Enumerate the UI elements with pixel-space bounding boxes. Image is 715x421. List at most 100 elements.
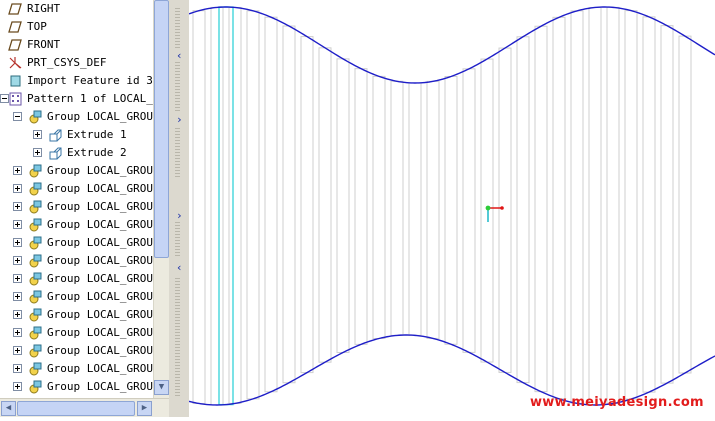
extruded-slat[interactable] [354, 68, 368, 345]
tree-item[interactable]: TOP [0, 18, 153, 36]
expand-toggle-icon[interactable] [13, 220, 22, 229]
collapse-toggle-icon[interactable] [13, 112, 22, 121]
tree-item[interactable]: Import Feature id 39 [0, 72, 153, 90]
extruded-slat[interactable] [210, 6, 224, 406]
tree-item[interactable]: Group LOCAL_GROUP_ [0, 288, 153, 306]
watermark-text: www.meiyadesign.com [530, 395, 704, 410]
panel-sash[interactable]: ‹ › › ‹ [169, 0, 189, 417]
extruded-slat[interactable] [552, 16, 566, 400]
tree-item[interactable]: Group LOCAL_GROUP_ [0, 342, 153, 360]
expand-toggle-icon[interactable] [33, 130, 42, 139]
tree-item[interactable]: Group LOCAL_GROUP_ [0, 216, 153, 234]
tree-item-label: Extrude 1 [67, 128, 127, 141]
extruded-slat[interactable] [372, 75, 386, 339]
tree-item-label: Group LOCAL_GROUP_ [47, 164, 153, 177]
tree-item[interactable]: RIGHT [0, 0, 153, 18]
expand-toggle-icon[interactable] [13, 364, 22, 373]
extruded-slat[interactable] [318, 47, 332, 363]
sash-collapse-arrow-icon[interactable]: › [176, 210, 183, 221]
extruded-slat[interactable] [444, 75, 458, 345]
expand-toggle-icon[interactable] [13, 346, 22, 355]
extruded-slat[interactable] [678, 35, 692, 374]
scroll-down-button[interactable]: ▼ [154, 380, 169, 395]
tree-item[interactable]: Pattern 1 of LOCAL_GR [0, 90, 153, 108]
tree-item-label: Group LOCAL_GROUP_ [47, 290, 153, 303]
tree-item[interactable]: Group LOCAL_GROUP_ [0, 180, 153, 198]
tree-item[interactable]: Group LOCAL_GROUP_ [0, 162, 153, 180]
extruded-slat[interactable] [498, 47, 512, 373]
extruded-slat[interactable] [336, 58, 350, 354]
sash-expand-arrow-icon[interactable]: ‹ [176, 262, 183, 273]
csys-origin [485, 205, 491, 211]
tree-vertical-scrollbar[interactable]: ▼ [153, 0, 169, 398]
expand-toggle-icon[interactable] [13, 274, 22, 283]
tree-horizontal-scrollbar[interactable]: ◀ ▶ [0, 398, 169, 417]
model-viewport[interactable] [188, 0, 715, 417]
tree-item-label: Group LOCAL_GROUP_ [47, 254, 153, 267]
tree-item[interactable]: Extrude 1 [0, 126, 153, 144]
extruded-slat[interactable] [606, 6, 620, 405]
tree-item[interactable]: Extrude 2 [0, 144, 153, 162]
extruded-slat[interactable] [408, 82, 422, 336]
tree-item[interactable]: Group LOCAL_GROUP_ [0, 306, 153, 324]
extruded-slat[interactable] [300, 36, 314, 374]
tree-item-label: TOP [27, 20, 47, 33]
vertical-scroll-thumb[interactable] [154, 0, 169, 258]
scroll-left-button[interactable]: ◀ [1, 401, 16, 416]
tree-item-label: PRT_CSYS_DEF [27, 56, 107, 69]
expand-toggle-icon[interactable] [13, 202, 22, 211]
tree-item-label: Group LOCAL_GROUP_ [47, 200, 153, 213]
tree-item-label: Group LOCAL_GROUP_ [47, 218, 153, 231]
horizontal-scroll-thumb[interactable] [17, 401, 135, 416]
tree-item[interactable]: Group LOCAL_GROUP_ [0, 324, 153, 342]
extruded-slat[interactable] [390, 80, 404, 336]
tree-item-label: Group LOCAL_GROUP_ [47, 272, 153, 285]
sash-grip [175, 222, 180, 257]
graphics-window[interactable] [188, 0, 715, 417]
tree-item-label: Group LOCAL_GROUP_ [47, 344, 153, 357]
extruded-slat[interactable] [480, 58, 494, 363]
tree-item-label: Group LOCAL_GROUP_ [47, 362, 153, 375]
sash-expand-arrow-icon[interactable]: › [176, 114, 183, 125]
tree-item[interactable]: Group LOCAL_GROUP_ [0, 198, 153, 216]
sash-grip [175, 62, 180, 112]
tree-item[interactable]: Group LOCAL_GROUP_ [0, 270, 153, 288]
extruded-slat[interactable] [264, 16, 278, 393]
tree-item[interactable]: Group LOCAL_GROUP_ [0, 378, 153, 396]
extruded-slat[interactable] [624, 10, 638, 400]
extruded-slat[interactable] [642, 16, 656, 393]
extruded-slat[interactable] [516, 36, 530, 384]
expand-toggle-icon[interactable] [33, 148, 42, 157]
tree-item[interactable]: Group LOCAL_GROUP_ [0, 252, 153, 270]
expand-toggle-icon[interactable] [13, 382, 22, 391]
extruded-slat[interactable] [534, 25, 548, 393]
expand-toggle-icon[interactable] [13, 310, 22, 319]
expand-toggle-icon[interactable] [13, 238, 22, 247]
tree-item-label: Group LOCAL_GROUP_ [47, 326, 153, 339]
expand-toggle-icon[interactable] [13, 166, 22, 175]
extruded-slat[interactable] [282, 25, 296, 384]
tree-item[interactable]: FRONT [0, 36, 153, 54]
tree-item[interactable]: Group LOCAL_GROUP_ [0, 360, 153, 378]
extruded-slat[interactable] [246, 10, 260, 400]
extruded-slat[interactable] [462, 68, 476, 353]
extruded-slat[interactable] [588, 6, 602, 406]
extruded-slat[interactable] [192, 10, 206, 404]
tree-item[interactable]: Group LOCAL_GROUP [0, 108, 153, 126]
expand-toggle-icon[interactable] [13, 184, 22, 193]
extruded-slat[interactable] [228, 6, 242, 404]
scroll-right-button[interactable]: ▶ [137, 401, 152, 416]
extruded-slat[interactable] [426, 80, 440, 339]
tree-item[interactable]: Group LOCAL_GROUP_ [0, 234, 153, 252]
sash-grip [175, 278, 180, 398]
expand-toggle-icon[interactable] [13, 292, 22, 301]
tree-item-label: Group LOCAL_GROUP_ [47, 236, 153, 249]
tree-item-label: Pattern 1 of LOCAL_GR [27, 92, 153, 105]
sash-collapse-arrow-icon[interactable]: ‹ [176, 50, 183, 61]
extruded-slat[interactable] [570, 10, 584, 404]
extruded-slat[interactable] [660, 25, 674, 384]
expand-toggle-icon[interactable] [13, 256, 22, 265]
tree-item[interactable]: PRT_CSYS_DEF [0, 54, 153, 72]
model-tree: RIGHT TOP FRONT PRT_CSYS_DEF Import Feature … [0, 0, 153, 398]
expand-toggle-icon[interactable] [13, 328, 22, 337]
